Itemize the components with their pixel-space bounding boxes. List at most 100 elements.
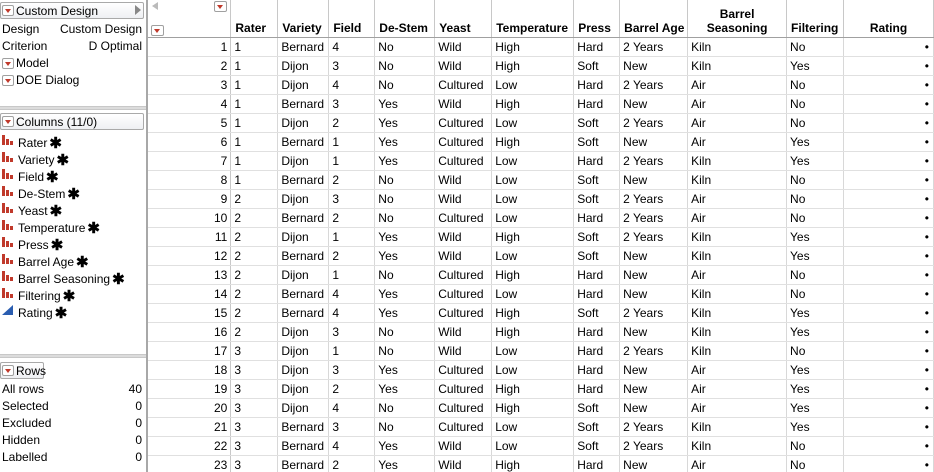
table-cell[interactable]: Air: [687, 265, 788, 285]
table-cell[interactable]: Kiln: [687, 151, 788, 171]
table-cell[interactable]: 3: [328, 94, 376, 114]
table-cell[interactable]: Bernard: [277, 208, 330, 228]
table-row[interactable]: 20 3 Dijon 4 No Cultured High Soft New Air Yes •: [148, 398, 934, 418]
table-cell[interactable]: 2 Years: [619, 341, 689, 361]
table-cell[interactable]: Soft: [573, 398, 621, 418]
table-cell[interactable]: Low: [491, 246, 575, 266]
table-cell[interactable]: 2: [230, 284, 279, 304]
table-row[interactable]: 22 3 Bernard 4 Yes Wild Low Soft 2 Years Kiln No •: [148, 436, 934, 456]
table-cell[interactable]: Hard: [573, 322, 621, 342]
table-cell[interactable]: Cultured: [434, 417, 493, 437]
table-cell-missing[interactable]: •: [843, 113, 934, 133]
table-cell[interactable]: New: [619, 94, 689, 114]
table-cell-missing[interactable]: •: [843, 379, 934, 399]
table-row[interactable]: 23 3 Bernard 2 Yes Wild High Hard New Air No •: [148, 455, 934, 472]
table-cell[interactable]: Dijon: [277, 341, 330, 361]
table-cell[interactable]: No: [786, 94, 845, 114]
table-cell[interactable]: High: [491, 132, 575, 152]
table-cell[interactable]: 2: [230, 189, 279, 209]
table-cell[interactable]: Bernard: [277, 284, 330, 304]
table-cell[interactable]: Cultured: [434, 360, 493, 380]
table-cell[interactable]: Kiln: [687, 246, 788, 266]
table-cell[interactable]: No: [374, 37, 436, 57]
table-cell[interactable]: Bernard: [277, 132, 330, 152]
table-cell[interactable]: Low: [491, 360, 575, 380]
table-cell[interactable]: Air: [687, 208, 788, 228]
table-cell[interactable]: Soft: [573, 56, 621, 76]
table-cell[interactable]: 3: [328, 360, 376, 380]
table-cell-missing[interactable]: •: [843, 94, 934, 114]
column-header[interactable]: De-Stem: [374, 0, 436, 38]
table-cell[interactable]: Hard: [573, 94, 621, 114]
table-cell[interactable]: Wild: [434, 37, 493, 57]
table-cell[interactable]: Dijon: [277, 398, 330, 418]
table-cell[interactable]: Yes: [374, 113, 436, 133]
table-cell[interactable]: 4: [328, 37, 376, 57]
row-number[interactable]: 1: [148, 37, 232, 57]
table-cell[interactable]: Dijon: [277, 56, 330, 76]
table-row[interactable]: 15 2 Bernard 4 Yes Cultured High Soft 2 Years Kil…: [148, 303, 934, 323]
table-cell[interactable]: New: [619, 360, 689, 380]
table-cell-missing[interactable]: •: [843, 151, 934, 171]
table-cell-missing[interactable]: •: [843, 417, 934, 437]
table-cell[interactable]: Soft: [573, 113, 621, 133]
table-cell[interactable]: Hard: [573, 284, 621, 304]
table-cell[interactable]: 3: [230, 379, 279, 399]
table-cell[interactable]: Low: [491, 284, 575, 304]
table-cell[interactable]: Soft: [573, 132, 621, 152]
table-corner[interactable]: [148, 0, 232, 38]
table-cell[interactable]: 2: [328, 113, 376, 133]
table-cell[interactable]: 2: [328, 246, 376, 266]
table-cell[interactable]: Wild: [434, 227, 493, 247]
table-cell[interactable]: 3: [230, 455, 279, 472]
column-header[interactable]: Press: [573, 0, 621, 38]
table-cell[interactable]: No: [374, 208, 436, 228]
table-cell[interactable]: No: [786, 341, 845, 361]
table-cell[interactable]: No: [786, 455, 845, 472]
table-cell[interactable]: 1: [230, 113, 279, 133]
table-cell[interactable]: High: [491, 265, 575, 285]
table-cell[interactable]: Wild: [434, 189, 493, 209]
table-cell[interactable]: 3: [328, 189, 376, 209]
table-cell[interactable]: High: [491, 303, 575, 323]
table-cell-missing[interactable]: •: [843, 455, 934, 472]
table-cell[interactable]: Kiln: [687, 227, 788, 247]
table-cell[interactable]: High: [491, 322, 575, 342]
table-cell[interactable]: Yes: [374, 151, 436, 171]
table-cell[interactable]: 1: [230, 151, 279, 171]
table-cell[interactable]: Cultured: [434, 151, 493, 171]
table-cell[interactable]: Yes: [374, 436, 436, 456]
table-cell[interactable]: Dijon: [277, 151, 330, 171]
table-cell[interactable]: 1: [230, 132, 279, 152]
table-cell[interactable]: Low: [491, 417, 575, 437]
table-cell[interactable]: Low: [491, 436, 575, 456]
table-cell[interactable]: 2 Years: [619, 436, 689, 456]
table-cell[interactable]: 1: [230, 94, 279, 114]
table-cell[interactable]: No: [374, 75, 436, 95]
table-cell[interactable]: Hard: [573, 341, 621, 361]
table-cell[interactable]: 3: [230, 360, 279, 380]
table-cell[interactable]: Yes: [374, 284, 436, 304]
table-cell[interactable]: Wild: [434, 341, 493, 361]
row-number[interactable]: 20: [148, 398, 232, 418]
table-cell[interactable]: 2: [230, 227, 279, 247]
table-cell[interactable]: High: [491, 37, 575, 57]
table-cell[interactable]: Hard: [573, 265, 621, 285]
table-cell[interactable]: Yes: [374, 227, 436, 247]
table-cell[interactable]: New: [619, 455, 689, 472]
table-cell[interactable]: Soft: [573, 303, 621, 323]
table-cell[interactable]: Air: [687, 113, 788, 133]
panel-menu-icon[interactable]: [2, 365, 14, 376]
table-cell[interactable]: 4: [328, 75, 376, 95]
table-cell[interactable]: Cultured: [434, 75, 493, 95]
row-number[interactable]: 12: [148, 246, 232, 266]
table-cell[interactable]: Bernard: [277, 246, 330, 266]
table-cell[interactable]: Yes: [374, 360, 436, 380]
table-cell[interactable]: Low: [491, 341, 575, 361]
table-cell[interactable]: New: [619, 246, 689, 266]
row-number[interactable]: 9: [148, 189, 232, 209]
table-cell[interactable]: No: [374, 341, 436, 361]
table-cell[interactable]: Yes: [374, 455, 436, 472]
table-cell[interactable]: Kiln: [687, 341, 788, 361]
table-cell[interactable]: 1: [230, 37, 279, 57]
